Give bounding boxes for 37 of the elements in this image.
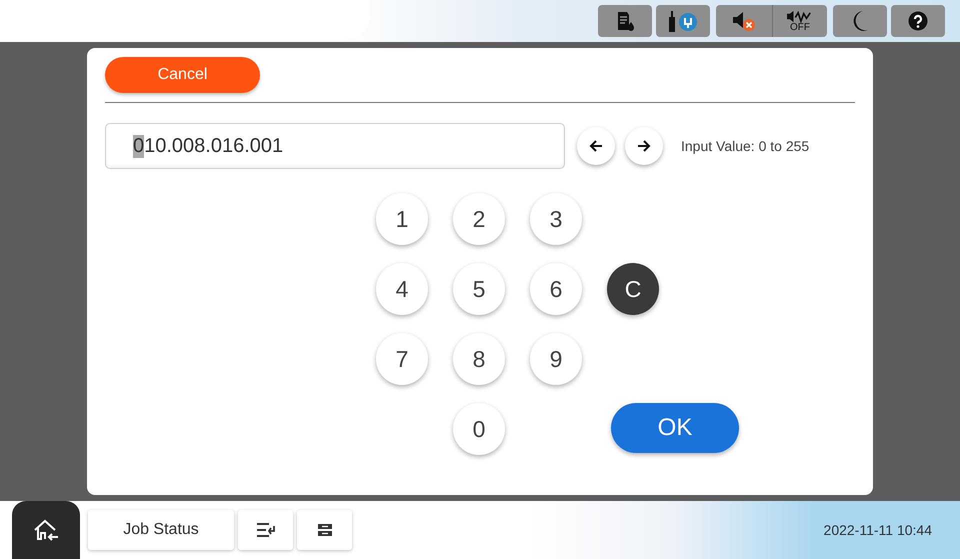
- job-list-button[interactable]: [238, 510, 293, 550]
- date-time: 2022-11-11 10:44: [824, 522, 932, 538]
- speaker-muted-icon: [731, 9, 757, 33]
- tray-icon: [316, 523, 332, 537]
- input-field[interactable]: 010.008.016.001: [105, 123, 565, 169]
- help-button[interactable]: [891, 5, 945, 37]
- help-icon: [908, 11, 928, 31]
- digit-key[interactable]: 3: [530, 193, 582, 245]
- moon-icon: [851, 10, 869, 32]
- digit-key[interactable]: 5: [453, 263, 505, 315]
- tray-button[interactable]: [297, 510, 352, 550]
- home-button[interactable]: [12, 501, 80, 559]
- quiet-mode-button[interactable]: OFF: [772, 5, 827, 37]
- home-icon: [33, 519, 59, 541]
- digit-key[interactable]: 8: [453, 333, 505, 385]
- cursor-right-button[interactable]: [625, 127, 663, 165]
- sleep-button[interactable]: [833, 5, 887, 37]
- ink-status-button[interactable]: [598, 5, 652, 37]
- clear-key[interactable]: C: [607, 263, 659, 315]
- sound-button[interactable]: [716, 5, 772, 37]
- input-range-hint: Input Value: 0 to 255: [681, 138, 810, 154]
- arrow-right-icon: [637, 139, 651, 153]
- network-icon: [666, 9, 700, 33]
- digit-key[interactable]: 9: [530, 333, 582, 385]
- job-status-button[interactable]: Job Status: [88, 510, 234, 550]
- digit-key[interactable]: 2: [453, 193, 505, 245]
- digit-key[interactable]: 4: [376, 263, 428, 315]
- digit-key[interactable]: 0: [453, 403, 505, 455]
- network-status-button[interactable]: [656, 5, 710, 37]
- digit-key[interactable]: 1: [376, 193, 428, 245]
- cursor-left-button[interactable]: [577, 127, 615, 165]
- off-label: OFF: [790, 22, 810, 32]
- digit-key[interactable]: 7: [376, 333, 428, 385]
- arrow-left-icon: [589, 139, 603, 153]
- job-list-icon: [256, 522, 276, 538]
- digit-key[interactable]: 6: [530, 263, 582, 315]
- ok-button[interactable]: OK: [611, 403, 739, 453]
